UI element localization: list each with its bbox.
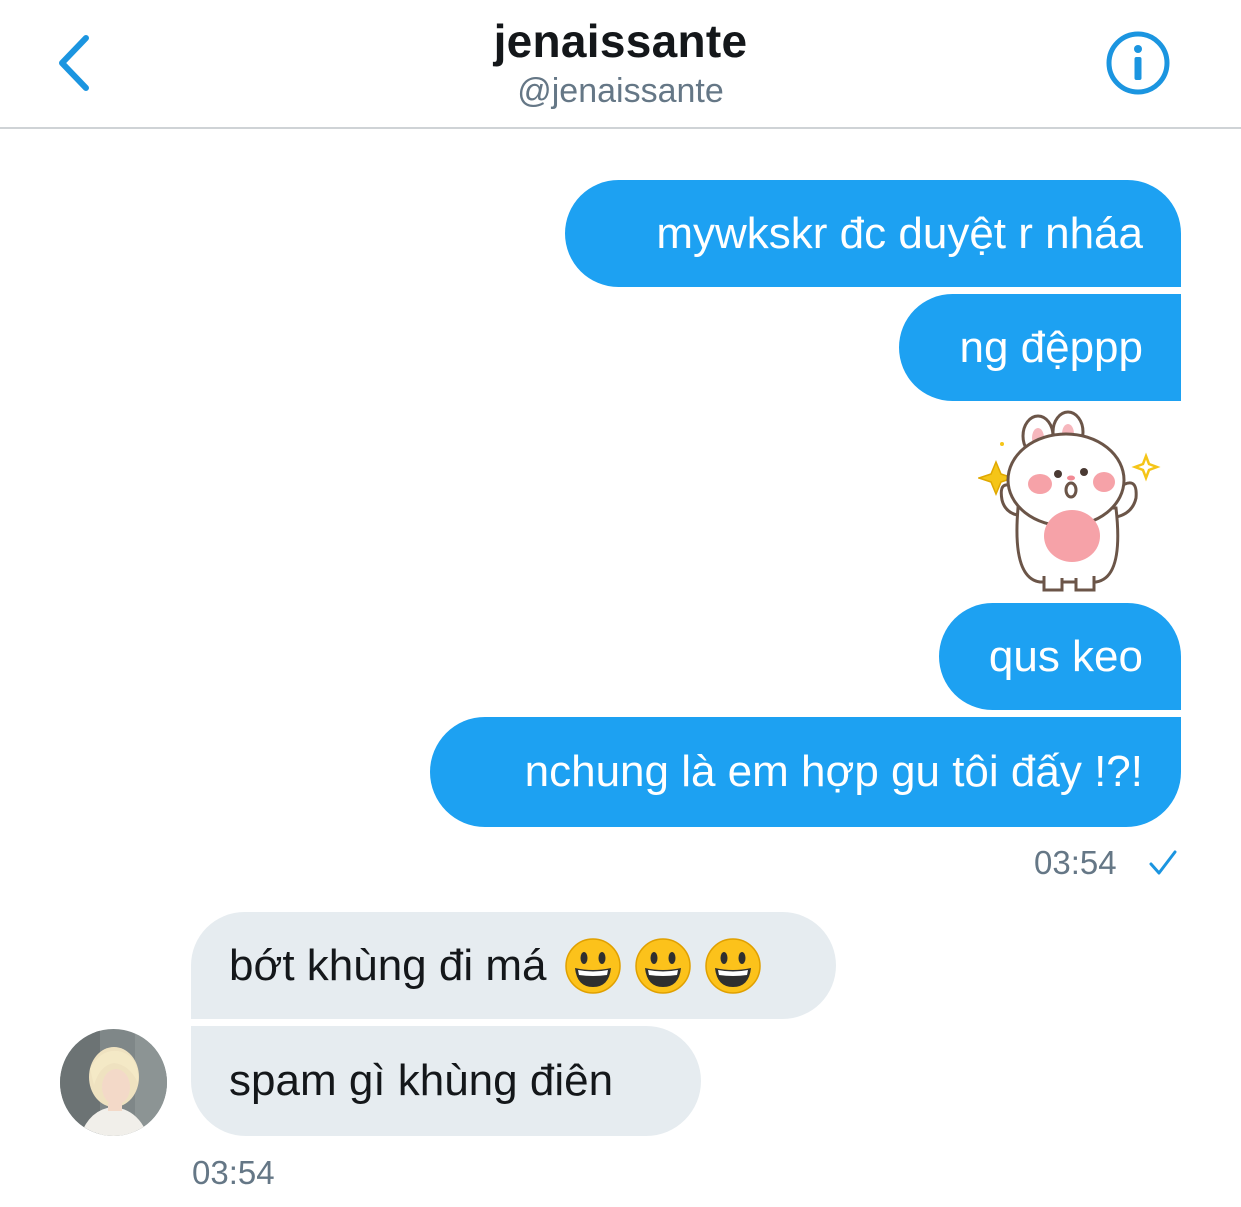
check-icon — [1149, 850, 1177, 875]
message-text: nchung là em hợp gu tôi đấy !?! — [524, 747, 1143, 796]
conversation-handle: @jenaissante — [517, 72, 724, 110]
outgoing-message[interactable]: qus keo — [939, 603, 1181, 710]
avatar-image — [60, 1029, 167, 1136]
grinning-face-emoji — [565, 937, 622, 994]
message-text: mywkskr đc duyệt r nháa — [656, 208, 1143, 258]
incoming-message[interactable]: spam gì khùng điên — [191, 1026, 701, 1136]
outgoing-message[interactable]: mywkskr đc duyệt r nháa — [565, 180, 1181, 287]
outgoing-message[interactable]: ng đệppp — [899, 294, 1181, 401]
message-text: qus keo — [988, 631, 1143, 681]
outgoing-timestamp: 03:54 — [1034, 844, 1117, 881]
message-text: ng đệppp — [959, 322, 1143, 372]
incoming-message[interactable]: bớt khùng đi má — [191, 912, 836, 1019]
info-button[interactable] — [1105, 30, 1171, 96]
bunny-sticker-image — [976, 410, 1161, 592]
grinning-face-emoji — [635, 937, 692, 994]
outgoing-message[interactable]: nchung là em hợp gu tôi đấy !?! — [430, 717, 1181, 827]
bunny-sticker[interactable] — [976, 408, 1162, 596]
message-text: bớt khùng đi má — [229, 940, 547, 990]
message-text: spam gì khùng điên — [229, 1056, 614, 1105]
avatar[interactable] — [60, 1029, 167, 1136]
incoming-timestamp: 03:54 — [192, 1154, 275, 1191]
conversation-title[interactable]: jenaissante — [0, 14, 1241, 68]
info-icon — [1106, 31, 1170, 95]
grinning-face-emoji — [705, 937, 762, 994]
conversation-header: jenaissante @jenaissante — [0, 0, 1241, 129]
